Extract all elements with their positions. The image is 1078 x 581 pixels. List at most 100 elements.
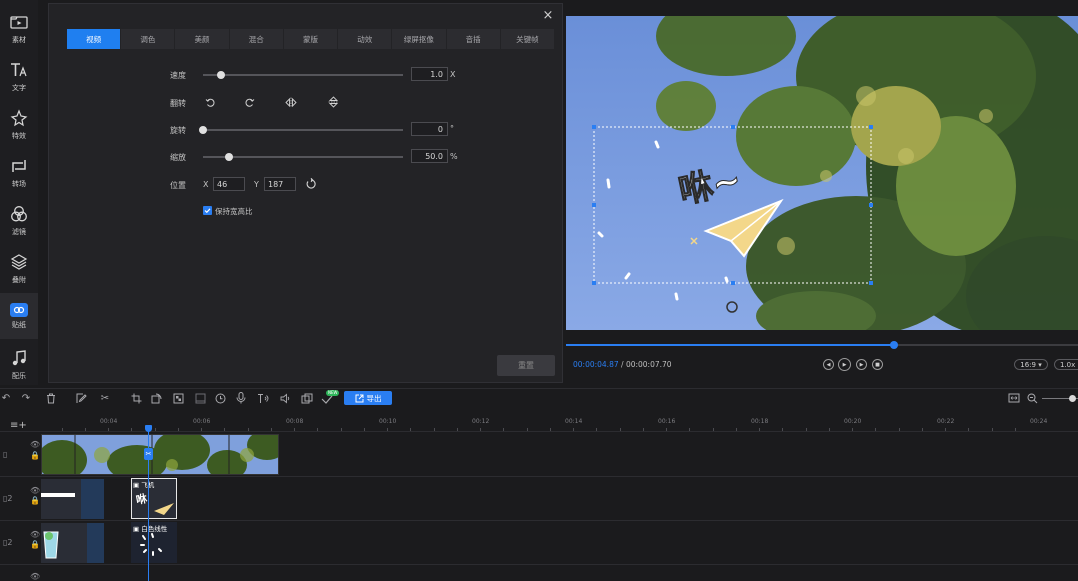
sidebar-item-music[interactable]: 配乐 — [0, 341, 38, 387]
tab-audio[interactable]: 音插 — [447, 29, 501, 49]
properties-panel: × 视频 调色 美颜 混合 蒙版 动效 绿屏抠像 音插 关键帧 速度 1.0 X… — [48, 3, 563, 383]
rotate-left-icon[interactable] — [204, 96, 216, 108]
track-visibility-icon[interactable]: 👁 — [30, 572, 40, 581]
ruler-tick-label: 00:06 — [193, 418, 211, 425]
next-frame-icon[interactable]: ▶ — [856, 359, 867, 370]
speed-unit: X — [450, 70, 456, 79]
transition-icon — [9, 156, 29, 176]
flip-horizontal-icon[interactable] — [285, 96, 297, 108]
keep-ratio-label: 保持宽高比 — [215, 207, 253, 216]
speed-input[interactable]: 1.0 — [411, 67, 448, 81]
sidebar-item-label: 贴纸 — [12, 320, 26, 329]
split-marker-icon[interactable]: ✂ — [144, 448, 153, 460]
play-icon[interactable]: ▶ — [838, 358, 851, 371]
scale-input[interactable]: 50.0 — [411, 149, 448, 163]
export-button[interactable]: 导出 — [344, 391, 392, 405]
duration-icon[interactable] — [214, 392, 226, 404]
aspect-ratio-dropdown[interactable]: 16:9 ▾ — [1014, 359, 1048, 370]
sidebar-item-label: 叠附 — [12, 275, 26, 284]
rotate-unit: ° — [450, 124, 454, 133]
tab-beauty[interactable]: 美颜 — [175, 29, 230, 49]
delete-icon[interactable] — [45, 392, 57, 404]
track-lock-icon[interactable]: 🔒 — [30, 451, 40, 460]
add-track-icon[interactable]: ≡+ — [10, 420, 27, 431]
track-type-video-icon: ▯ — [3, 450, 8, 459]
sidebar-item-media[interactable]: 素材 — [0, 5, 38, 51]
prev-frame-icon[interactable]: ◀ — [823, 359, 834, 370]
close-icon[interactable]: × — [542, 9, 554, 22]
video-clip[interactable] — [41, 434, 279, 475]
ruler-tick-label: 00:14 — [565, 418, 583, 425]
speed-label: 速度 — [170, 71, 186, 80]
speed-slider[interactable] — [203, 71, 403, 79]
microphone-icon[interactable] — [235, 392, 247, 404]
sidebar-item-effects[interactable]: 特效 — [0, 101, 38, 147]
ruler-tick-label: 00:04 — [100, 418, 118, 425]
timeline-ruler[interactable]: 00:04 00:06 00:08 00:10 00:12 00:14 00:16 00:18… — [40, 413, 1078, 431]
reset-position-icon[interactable] — [305, 178, 317, 190]
playhead-handle[interactable] — [145, 425, 152, 432]
crop-icon[interactable] — [130, 392, 142, 404]
speed-slider-knob[interactable] — [217, 71, 225, 79]
track-lock-icon[interactable]: 🔒 — [30, 496, 40, 505]
progress-knob[interactable] — [889, 341, 898, 349]
sidebar-item-transition[interactable]: 转场 — [0, 149, 38, 195]
scale-unit: % — [450, 152, 458, 161]
scale-slider-knob[interactable] — [225, 153, 233, 161]
rotate-slider-knob[interactable] — [199, 126, 207, 134]
zoom-dropdown[interactable]: 1.0x — [1054, 359, 1078, 370]
freeze-frame-icon[interactable] — [194, 392, 206, 404]
progress-fill — [566, 344, 894, 346]
export-label: 导出 — [366, 393, 382, 403]
sidebar-item-sticker[interactable]: 贴纸 — [0, 293, 38, 339]
tab-animation[interactable]: 动效 — [338, 29, 393, 49]
effects-icon — [9, 108, 29, 128]
left-sidebar: 素材 文字 特效 转场 滤镜 叠附 贴纸 配乐 — [0, 0, 38, 385]
export-icon — [355, 394, 363, 402]
rotate-right-icon[interactable] — [243, 96, 255, 108]
tab-color[interactable]: 调色 — [121, 29, 176, 49]
rotate-tool-icon[interactable] — [150, 392, 162, 404]
stop-icon[interactable]: ■ — [872, 359, 883, 370]
sidebar-item-overlay[interactable]: 叠附 — [0, 245, 38, 291]
mosaic-icon[interactable] — [172, 392, 184, 404]
position-y-input[interactable]: 187 — [264, 177, 296, 191]
aspect-ratio-value: 16:9 — [1020, 360, 1036, 369]
track-visibility-icon[interactable]: 👁 — [30, 530, 40, 539]
text-to-speech-icon[interactable] — [257, 392, 269, 404]
reset-button[interactable]: 重置 — [497, 355, 555, 376]
sidebar-item-label: 滤镜 — [12, 227, 26, 236]
scale-slider[interactable] — [203, 153, 403, 161]
rotate-slider[interactable] — [199, 126, 403, 134]
tab-keyframe[interactable]: 关键帧 — [501, 29, 554, 49]
sidebar-item-label: 文字 — [12, 83, 26, 92]
undo-icon[interactable]: ↶ — [0, 392, 12, 404]
track-visibility-icon[interactable]: 👁 — [30, 486, 40, 495]
sidebar-item-filter[interactable]: 滤镜 — [0, 197, 38, 243]
position-x-input[interactable]: 46 — [213, 177, 245, 191]
zoom-out-icon[interactable] — [1026, 392, 1038, 404]
flip-vertical-icon[interactable] — [327, 96, 339, 108]
timeline-zoom-knob[interactable] — [1069, 395, 1076, 402]
keep-ratio-checkbox[interactable] — [203, 206, 212, 215]
sticker-clip-drink[interactable] — [41, 523, 104, 563]
sidebar-item-text[interactable]: 文字 — [0, 53, 38, 99]
audio-settings-icon[interactable] — [280, 392, 292, 404]
split-icon[interactable]: ✂ — [99, 392, 111, 404]
rotate-input[interactable]: 0 — [411, 122, 448, 136]
track-visibility-icon[interactable]: 👁 — [30, 440, 40, 449]
tab-video[interactable]: 视频 — [67, 29, 122, 49]
time-separator: / — [621, 360, 624, 369]
tab-mask[interactable]: 蒙版 — [284, 29, 339, 49]
ruler-tick-label: 00:20 — [844, 418, 862, 425]
redo-icon[interactable]: ↷ — [20, 392, 32, 404]
edit-icon[interactable] — [75, 392, 87, 404]
tab-blend[interactable]: 混合 — [230, 29, 284, 49]
video-clip-thumbnails — [42, 435, 278, 474]
track-lock-icon[interactable]: 🔒 — [30, 540, 40, 549]
picture-in-picture-icon[interactable] — [301, 392, 313, 404]
fit-timeline-icon[interactable] — [1008, 392, 1020, 404]
video-preview[interactable]: 咻~ — [566, 16, 1078, 330]
tab-chroma-key[interactable]: 绿屏抠像 — [392, 29, 447, 49]
sticker-clip-prev[interactable] — [41, 479, 104, 519]
